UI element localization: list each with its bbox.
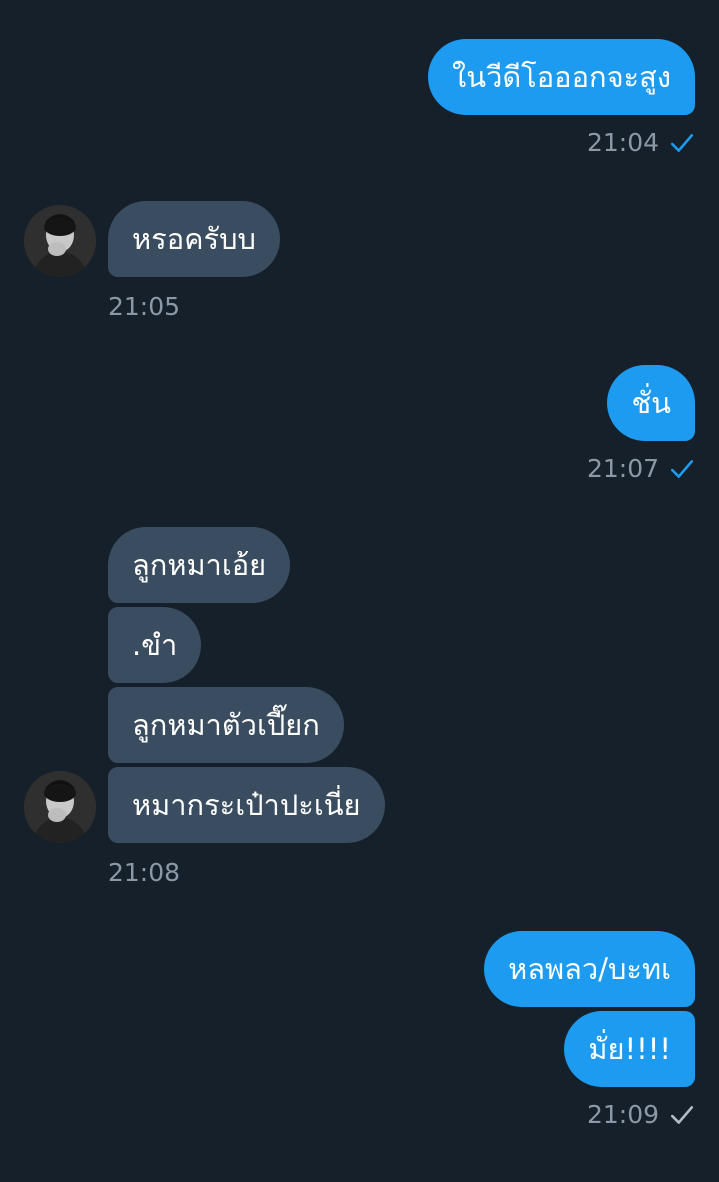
message-text: ลูกหมาเอ้ย xyxy=(132,548,267,582)
message-time: 21:08 xyxy=(108,858,181,887)
message-time: 21:05 xyxy=(108,292,181,321)
message-text: ลูกหมาตัวเปี๊ยก xyxy=(132,708,320,742)
message-meta: 21:04 xyxy=(587,128,695,157)
message-text: มั่ย!!!! xyxy=(588,1032,671,1066)
message-bubble-outgoing[interactable]: มั่ย!!!! xyxy=(564,1011,695,1087)
message-text: ชั่น xyxy=(631,386,671,420)
message-bubble-incoming[interactable]: .ขำ xyxy=(108,607,202,683)
sent-check-icon xyxy=(670,1105,694,1124)
message-meta: 21:08 xyxy=(108,858,180,887)
message-text: ในวีดีโอออกจะสูง xyxy=(452,60,671,94)
message-text: .ขำ xyxy=(132,628,178,662)
message-bubble-incoming[interactable]: หมากระเป๋าปะเนี่ย xyxy=(108,767,385,843)
message-time: 21:07 xyxy=(586,454,659,483)
message-meta: 21:09 xyxy=(587,1100,695,1129)
message-bubble-incoming[interactable]: ลูกหมาตัวเปี๊ยก xyxy=(108,687,344,763)
avatar[interactable] xyxy=(24,771,96,843)
read-check-icon xyxy=(670,459,694,478)
message-bubble-outgoing[interactable]: หลพลว/บะทเ xyxy=(484,931,695,1007)
message-meta: 21:07 xyxy=(587,454,695,483)
message-time: 21:04 xyxy=(586,128,659,157)
message-time: 21:09 xyxy=(586,1100,659,1129)
conversation-view: ในวีดีโอออกจะสูง 21:04 หรอครับบ 21:05 ชั… xyxy=(0,0,719,1182)
message-text: หรอครับบ xyxy=(132,222,256,256)
read-check-icon xyxy=(670,133,694,152)
message-bubble-outgoing[interactable]: ชั่น xyxy=(607,365,695,441)
message-meta: 21:05 xyxy=(108,292,180,321)
message-bubble-incoming[interactable]: หรอครับบ xyxy=(108,201,280,277)
message-text: หลพลว/บะทเ xyxy=(508,952,671,986)
avatar[interactable] xyxy=(24,205,96,277)
message-text: หมากระเป๋าปะเนี่ย xyxy=(132,788,361,822)
message-bubble-incoming[interactable]: ลูกหมาเอ้ย xyxy=(108,527,291,603)
message-bubble-outgoing[interactable]: ในวีดีโอออกจะสูง xyxy=(428,39,695,115)
